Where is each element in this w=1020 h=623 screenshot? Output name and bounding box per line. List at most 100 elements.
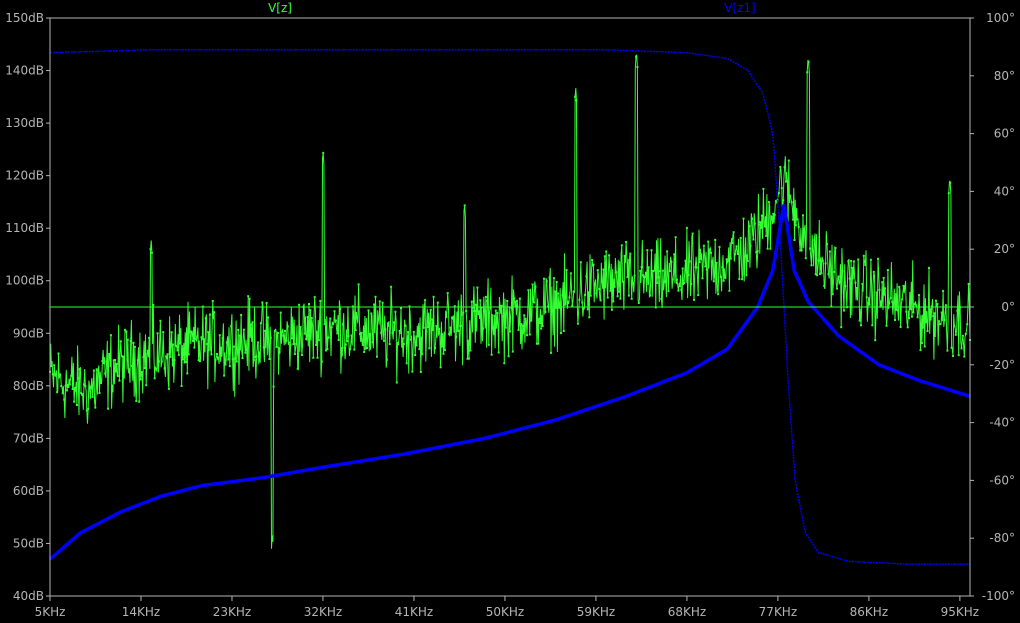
series-vz-point [70,374,73,377]
series-vz-point [637,302,640,304]
series-vz-point [530,319,533,322]
series-vz-point [666,250,669,253]
series-vz-point [760,214,763,217]
series-vz-point [139,378,142,381]
series-vz-point [204,317,207,320]
series-vz-point [837,275,840,278]
series-vz-point [77,377,80,380]
series-vz-point [333,310,336,313]
series-vz-point [473,310,476,312]
series-vz-point [657,276,660,279]
series-vz-point [864,263,867,266]
series-vz-point [357,283,360,286]
series-vz-point [442,352,445,355]
series-vz-point [622,280,625,283]
series-vz-point [162,331,165,334]
series-vz-point [242,328,245,331]
series-vz-point [227,358,230,361]
series-vz-point [636,66,639,68]
y-left-tick-label: 90dB [13,326,44,340]
y-right-tick-label: -60° [989,473,1015,487]
series-vz-point [701,277,704,280]
series-vz-point [424,299,427,302]
series-vz-point [390,285,393,288]
series-vz-point [166,353,169,356]
series-vz-point [509,330,511,333]
series-vz-point [734,253,736,256]
series-vz-point [722,279,725,282]
series-vz-point [218,334,221,337]
series-vz-point [193,346,196,349]
series-vz-point [449,326,452,329]
series-vz-point [418,348,421,351]
series-vz-point [64,384,67,387]
series-vz-point [660,297,663,300]
series-vz-point [432,295,435,298]
series-vz-point [715,261,718,264]
y-right-tick-label: -40° [989,416,1015,430]
series-vz-point [667,290,670,293]
series-vz-point [264,329,267,332]
series-vz-point [428,347,431,350]
series-vz-point [275,345,278,348]
series-vz-point [476,286,479,289]
series-vz-point [135,400,138,402]
series-vz-point [407,331,410,334]
series-vz-point [330,326,333,329]
series-vz-point [402,343,405,345]
series-vz-point [906,326,909,329]
series-vz-point [903,286,906,289]
series-vz-point [217,356,220,359]
series-vz-point [329,317,332,320]
y-left-tick-label: 110dB [5,221,44,235]
series-vz-point [373,303,376,306]
series-vz-point [885,324,888,327]
series-vz-point [800,249,803,252]
series-vz-point [589,294,592,297]
series-vz-point [861,282,864,285]
series-vz-point [231,358,234,361]
series-vz-point [565,269,568,272]
series-vz-point [460,313,463,316]
series-vz-point [905,310,908,313]
series-vz-point [306,316,309,318]
series-vz-point [877,257,879,260]
y-left-tick-label: 80dB [13,379,44,393]
series-vz-point [446,292,449,295]
series-vz-point [494,309,497,312]
series-vz-point [891,300,894,303]
series-vz-point [920,342,923,344]
series-vz-point [688,260,691,263]
series-vz-point [448,333,451,336]
series-vz-point [384,328,387,331]
series-vz-point [187,353,190,356]
series-vz-point [288,341,291,344]
series-vz-point [964,332,967,335]
series-vz-point [463,204,466,207]
series-vz-point [320,360,323,363]
series-vz-point [259,322,262,325]
series-vz-point [141,371,143,374]
series-vz-point [551,309,554,312]
series-vz-point [635,55,637,58]
series-vz-point [543,277,545,280]
series-vz-point [409,338,412,341]
series-vz-point [544,310,547,313]
series-vz-point [840,326,843,329]
series-vz-point [238,334,241,337]
series-vz-point [381,301,384,304]
series-vz-point [705,268,708,271]
series-vz-point [411,370,414,373]
series-vz-point [704,265,707,268]
series-vz-point [690,283,693,285]
series-vz-point [626,276,629,279]
bode-plot: 5KHz 14KHz 23KHz 32KHz 41KHz 50KHz 59KHz 68KHz 7… [0,0,1020,623]
series-vz-point [588,316,591,319]
y-left-tick-label: 140dB [5,64,44,78]
series-vz-point [857,258,860,261]
legend-item-vz1: V[z1] [724,1,756,15]
series-vz-point [599,299,602,302]
series-vz-point [932,315,935,318]
series-vz-point [691,232,694,235]
series-vz-point [616,295,619,298]
